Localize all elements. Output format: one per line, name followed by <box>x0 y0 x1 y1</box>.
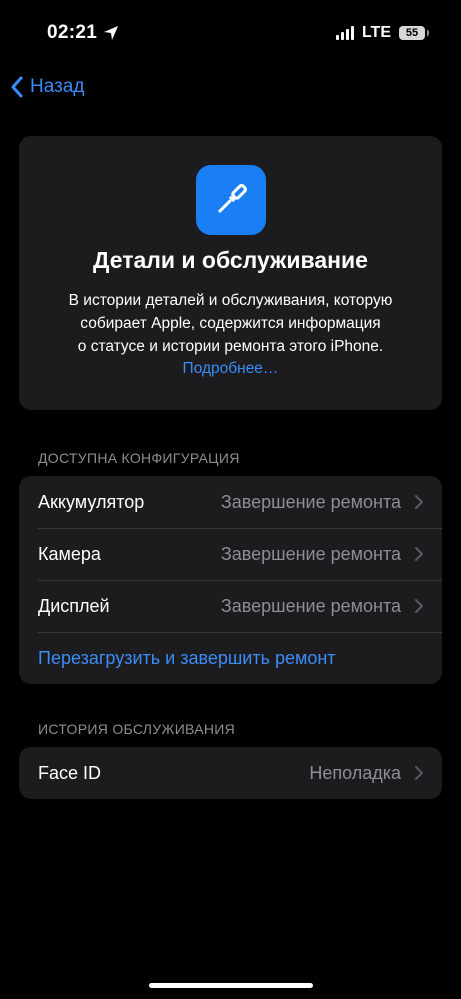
status-bar: 02:21 LTE 55 <box>0 0 461 64</box>
back-button[interactable]: Назад <box>10 76 84 98</box>
page-title: Детали и обслуживание <box>93 247 368 273</box>
chevron-right-icon <box>415 766 423 780</box>
cellular-signal-icon <box>335 26 354 40</box>
location-arrow-icon <box>104 26 119 40</box>
parts-service-card: Детали и обслуживание В истории деталей … <box>19 136 442 410</box>
config-section-header: ДОСТУПНА КОНФИГУРАЦИЯ <box>38 450 240 466</box>
row-value: Завершение ремонта <box>220 543 401 564</box>
chevron-right-icon <box>415 599 423 613</box>
description-line: В истории деталей и обслуживания, котору… <box>68 292 393 309</box>
config-list: Аккумулятор Завершение ремонта Камера За… <box>19 476 442 684</box>
row-value: Завершение ремонта <box>220 491 401 512</box>
battery-icon: 55 <box>399 26 429 40</box>
row-label: Камера <box>38 543 101 564</box>
row-battery[interactable]: Аккумулятор Завершение ремонта <box>19 476 442 528</box>
chevron-right-icon <box>415 547 423 561</box>
battery-level: 55 <box>405 27 419 39</box>
home-indicator[interactable] <box>149 983 313 988</box>
service-history-list: Face ID Неполадка <box>19 747 442 799</box>
row-label: Face ID <box>38 762 102 783</box>
network-type: LTE <box>361 24 391 41</box>
hero-description: В истории деталей и обслуживания, котору… <box>33 289 428 358</box>
description-line: собирает Apple, содержится информация <box>80 315 381 332</box>
row-display[interactable]: Дисплей Завершение ремонта <box>19 580 442 632</box>
row-camera[interactable]: Камера Завершение ремонта <box>19 528 442 580</box>
chevron-right-icon <box>415 495 423 509</box>
chevron-left-icon <box>11 76 23 98</box>
status-time: 02:21 <box>47 22 119 44</box>
row-value: Завершение ремонта <box>220 595 401 616</box>
back-label: Назад <box>30 76 85 97</box>
row-value: Неполадка <box>309 762 401 783</box>
row-label: Дисплей <box>38 595 110 616</box>
restart-finish-repair-label: Перезагрузить и завершить ремонт <box>38 647 336 668</box>
service-history-header: ИСТОРИЯ ОБСЛУЖИВАНИЯ <box>38 721 236 737</box>
restart-finish-repair-button[interactable]: Перезагрузить и завершить ремонт <box>19 632 442 684</box>
screwdriver-icon <box>196 165 266 235</box>
time-text: 02:21 <box>47 22 98 43</box>
row-label: Аккумулятор <box>38 491 145 512</box>
status-indicators: LTE 55 <box>335 24 429 42</box>
row-face-id[interactable]: Face ID Неполадка <box>19 747 442 799</box>
learn-more-link[interactable]: Подробнее… <box>19 360 442 378</box>
description-line: о статусе и истории ремонта этого iPhone… <box>77 338 384 355</box>
